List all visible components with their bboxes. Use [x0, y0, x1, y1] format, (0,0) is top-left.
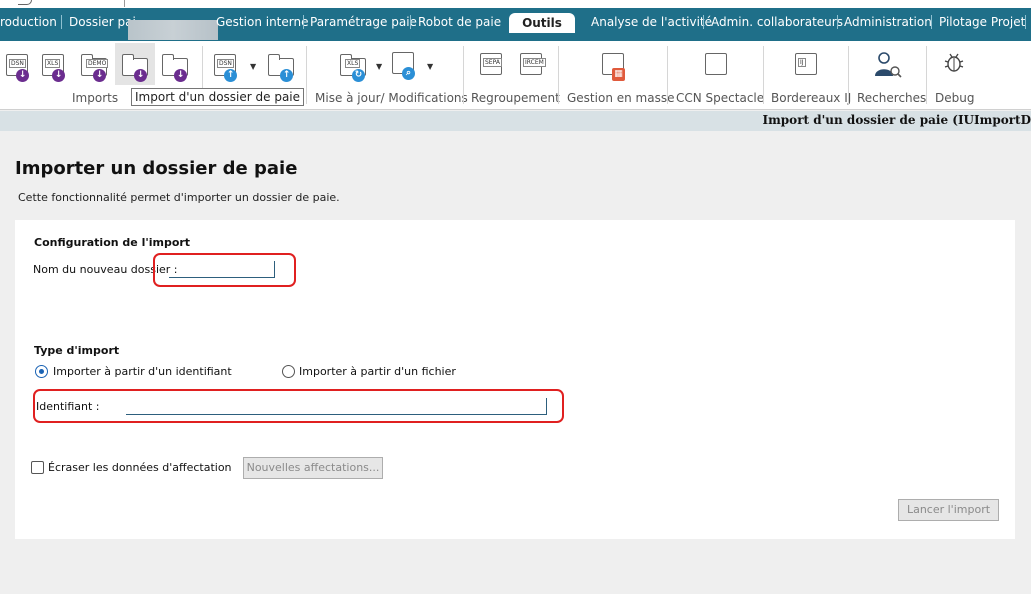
group-separator [763, 46, 764, 104]
window-title: Import d'un dossier de paie (IUImportD [762, 113, 1031, 127]
launch-import-button[interactable]: Lancer l'import [898, 499, 999, 521]
chevron-down-icon[interactable]: ▼ [250, 62, 256, 71]
tab-separator [303, 15, 304, 29]
tab-separator [837, 15, 838, 29]
modifications-button[interactable]: ⌕ [390, 50, 415, 80]
tab-separator [61, 15, 62, 29]
update-xls-button[interactable]: XLS ↻ [340, 52, 366, 82]
overwrite-assignments-checkbox[interactable] [31, 461, 44, 474]
magnifier-icon: ⌕ [402, 67, 415, 80]
group-label-regroupement: Regroupement [471, 91, 560, 105]
highlight-box-folder-name [153, 253, 296, 287]
tab-admin-collaborateurs[interactable]: Admin. collaborateurs [711, 15, 843, 29]
group-label-imports: Imports [72, 91, 119, 105]
section-title-configuration: Configuration de l'import [34, 236, 191, 249]
group-separator [306, 46, 307, 104]
radio-import-file[interactable] [282, 365, 295, 378]
tab-analyse-activite[interactable]: Analyse de l'activité [591, 15, 712, 29]
calendar-badge-icon: ▦ [612, 68, 625, 81]
tab-separator [931, 15, 932, 29]
page-description: Cette fonctionnalité permet d'importer u… [18, 191, 340, 204]
theater-mask-icon [705, 53, 727, 75]
chevron-down-icon[interactable]: ▼ [427, 62, 433, 71]
radio-import-identifier[interactable] [35, 365, 48, 378]
group-separator [926, 46, 927, 104]
radio-import-identifier-label[interactable]: Importer à partir d'un identifiant [53, 365, 232, 378]
demo-tag: DEMO [86, 59, 109, 68]
download-arrow-icon: ↓ [174, 69, 187, 82]
import-dossier-paie-button[interactable]: ↓ [122, 52, 148, 82]
group-separator [558, 46, 559, 104]
ij-tag: IJ [798, 58, 806, 67]
top-strip [0, 0, 1031, 8]
upload-arrow-icon: ↑ [280, 69, 293, 82]
tab-administration[interactable]: Administration [844, 15, 932, 29]
user-search-icon [875, 52, 902, 78]
group-label-ccn-spectacle: CCN Spectacle [676, 91, 765, 105]
overwrite-assignments-label[interactable]: Écraser les données d'affectation [48, 461, 232, 474]
ircem-tag: IRCEM [523, 58, 546, 67]
radio-import-file-label[interactable]: Importer à partir d'un fichier [299, 365, 456, 378]
tab-gestion-interne[interactable]: Gestion interne [216, 15, 308, 29]
xls-tag: XLS [345, 59, 361, 68]
mass-management-button[interactable]: ▦ [600, 51, 625, 81]
import-xls-button[interactable]: XLS ↓ [40, 52, 65, 82]
redacted-area [128, 20, 218, 40]
tab-parametrage-paie[interactable]: Paramétrage paie [310, 15, 417, 29]
bordereaux-ij-button[interactable]: IJ [793, 51, 817, 79]
ircem-button[interactable]: IRCEM [518, 51, 546, 79]
search-user-button[interactable] [873, 50, 902, 78]
tab-separator [703, 15, 704, 29]
group-label-debug: Debug [935, 91, 975, 105]
divider [124, 0, 125, 7]
tab-outils[interactable]: Outils [509, 13, 575, 33]
group-separator [848, 46, 849, 104]
bug-icon [944, 53, 964, 72]
group-label-mise-a-jour: Mise à jour/ Modifications [315, 91, 468, 105]
highlight-box-identifier [33, 389, 564, 423]
download-arrow-icon: ↓ [52, 69, 65, 82]
logo-fragment [18, 0, 32, 5]
group-label-bordereaux-ij: Bordereaux IJ [771, 91, 852, 105]
dsn-tag: DSN [217, 59, 234, 68]
section-title-import-type: Type d'import [34, 344, 120, 357]
page-title: Importer un dossier de paie [15, 158, 298, 179]
tab-pilotage-projet[interactable]: Pilotage Projet [939, 15, 1025, 29]
group-separator [463, 46, 464, 104]
tab-separator [1025, 15, 1026, 29]
tab-production[interactable]: roduction [0, 15, 57, 29]
import-demo-button[interactable]: DEMO ↓ [81, 52, 109, 82]
dsn-tag: DSN [9, 59, 26, 68]
xls-tag: XLS [45, 59, 61, 68]
import-calculator-button[interactable]: ↓ [162, 52, 188, 82]
debug-button[interactable] [942, 51, 966, 79]
sepa-button[interactable]: SEPA [478, 51, 502, 79]
group-label-recherches: Recherches [857, 91, 927, 105]
export-dsn-button[interactable]: DSN ↑ [212, 52, 237, 82]
download-arrow-icon: ↓ [16, 69, 29, 82]
group-label-gestion-en-masse: Gestion en masse [567, 91, 675, 105]
refresh-icon: ↻ [352, 69, 365, 82]
upload-arrow-icon: ↑ [224, 69, 237, 82]
export-folder-button[interactable]: ↑ [268, 52, 294, 82]
tooltip: Import d'un dossier de paie [131, 88, 305, 106]
group-separator [667, 46, 668, 104]
new-assignments-button[interactable]: Nouvelles affectations... [243, 457, 383, 479]
tab-dossier-paie[interactable]: Dossier pai [69, 15, 136, 29]
import-dsn-button[interactable]: DSN ↓ [4, 52, 29, 82]
tab-robot-de-paie[interactable]: Robot de paie [418, 15, 501, 29]
ccn-spectacle-button[interactable] [703, 51, 727, 79]
sepa-tag: SEPA [483, 58, 502, 67]
download-arrow-icon: ↓ [134, 69, 147, 82]
chevron-down-icon[interactable]: ▼ [376, 62, 382, 71]
tab-separator [410, 15, 411, 29]
download-arrow-icon: ↓ [93, 69, 106, 82]
